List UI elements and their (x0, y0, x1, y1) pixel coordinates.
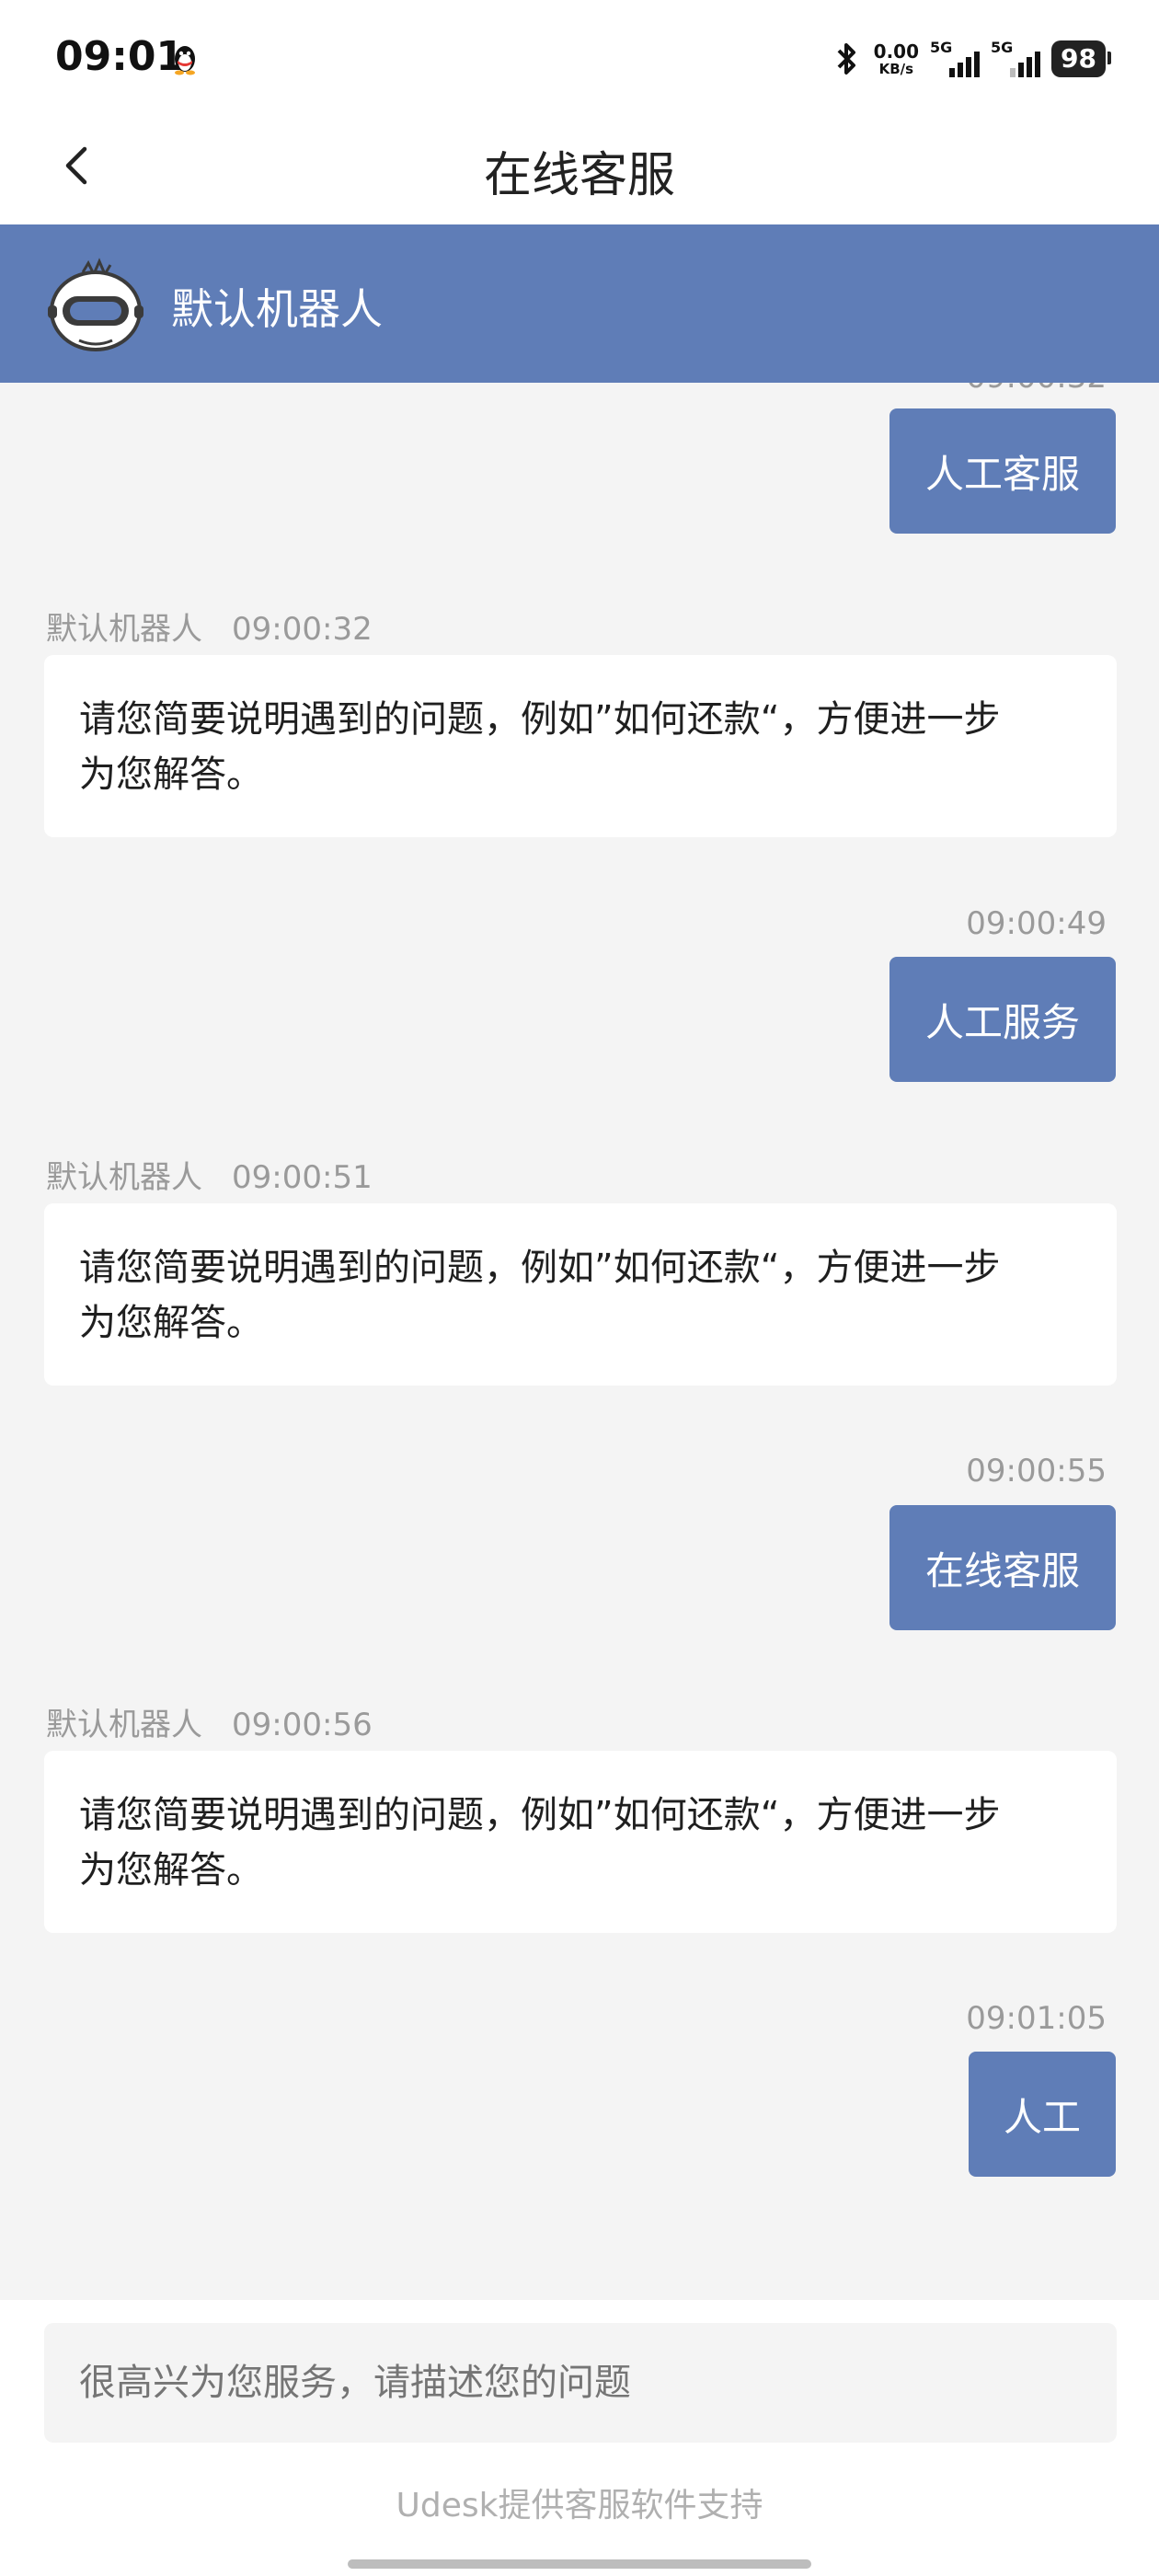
network-speed: 0.00 KB/s (874, 42, 919, 76)
user-message-bubble[interactable]: 人工客服 (889, 408, 1116, 534)
bot-message-header: 默认机器人 09:00:51 (46, 1152, 373, 1197)
message-time: 09:00:55 (966, 1453, 1107, 1489)
bot-message-line: 为您解答。 (79, 1302, 263, 1344)
message-time: 09:00:51 (232, 1159, 373, 1196)
message-time: 09:00:32 (966, 383, 1107, 396)
bluetooth-icon (837, 43, 855, 75)
robot-avatar-icon (48, 258, 143, 351)
bot-message-line: 请您简要说明遇到的问题，例如”如何还款“，方便进一步 (79, 1247, 1001, 1289)
agent-banner: 默认机器人 (0, 224, 1159, 383)
status-time: 09:01 (55, 33, 185, 80)
network-speed-unit: KB/s (878, 60, 914, 77)
chat-area[interactable]: 09:00:32 人工客服 默认机器人 09:00:32 请您简要说明遇到的问题，… (0, 383, 1159, 2300)
user-message-bubble[interactable]: 在线客服 (889, 1505, 1116, 1630)
user-message-bubble[interactable]: 人工 (969, 2052, 1116, 2177)
message-input[interactable] (44, 2323, 1117, 2443)
signal-icon: 5G (991, 39, 1041, 79)
status-icons: 0.00 KB/s 5G 5G 98 (832, 39, 1111, 79)
message-time: 09:00:49 (966, 905, 1107, 942)
battery-icon: 98 (1051, 40, 1111, 77)
bot-message-line: 为您解答。 (79, 1849, 263, 1892)
user-message-bubble[interactable]: 人工服务 (889, 957, 1116, 1082)
bot-message-header: 默认机器人 09:00:32 (46, 604, 373, 649)
powered-by-text: Udesk提供客服软件支持 (396, 2487, 763, 2524)
bot-message-line: 请您简要说明遇到的问题，例如”如何还款“，方便进一步 (79, 1794, 1001, 1836)
input-area: Udesk提供客服软件支持 (0, 2300, 1159, 2576)
signal-icon: 5G (930, 39, 981, 79)
qq-penguin-icon (175, 46, 195, 75)
bot-message-bubble[interactable]: 请您简要说明遇到的问题，例如”如何还款“，方便进一步 为您解答。 (44, 1203, 1117, 1386)
sender-name: 默认机器人 (46, 1707, 202, 1743)
home-indicator[interactable] (348, 2559, 811, 2569)
agent-name: 默认机器人 (171, 284, 383, 334)
bot-message-bubble[interactable]: 请您简要说明遇到的问题，例如”如何还款“，方便进一步 为您解答。 (44, 655, 1117, 837)
bot-message-line: 请您简要说明遇到的问题，例如”如何还款“，方便进一步 (79, 698, 1001, 741)
page-title: 在线客服 (483, 148, 675, 203)
network-speed-value: 0.00 (873, 40, 920, 63)
message-time: 09:00:32 (232, 611, 373, 648)
bot-message-header: 默认机器人 09:00:56 (46, 1699, 373, 1744)
app-header: 在线客服 (0, 110, 1159, 224)
message-time: 09:00:56 (232, 1707, 373, 1743)
sender-name: 默认机器人 (46, 1159, 202, 1196)
status-bar: 09:01 0.00 KB/s 5G 5G 98 (0, 0, 1159, 110)
bot-message-bubble[interactable]: 请您简要说明遇到的问题，例如”如何还款“，方便进一步 为您解答。 (44, 1751, 1117, 1933)
sender-name: 默认机器人 (46, 611, 202, 648)
message-time: 09:01:05 (966, 2000, 1107, 2037)
bot-message-line: 为您解答。 (79, 753, 263, 796)
